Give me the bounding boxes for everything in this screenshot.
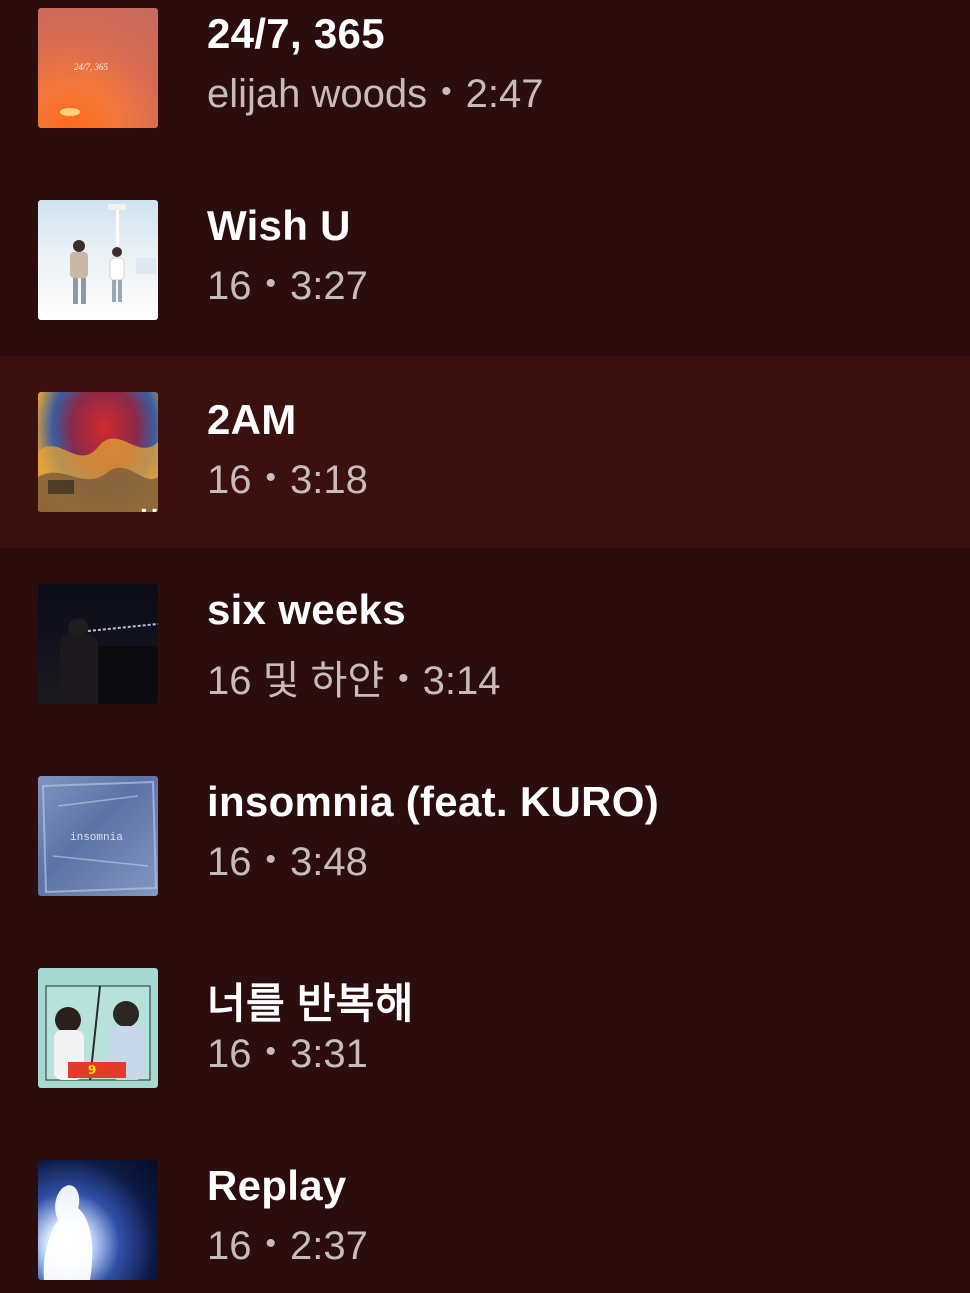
album-art: 24/7, 365	[38, 8, 158, 128]
track-artist: 16	[207, 264, 252, 308]
track-row[interactable]: Replay 16 • 2:37	[0, 1152, 970, 1293]
bright-figure-art-icon	[43, 1185, 93, 1280]
track-list: 24/7, 365 24/7, 365 elijah woods • 2:47	[0, 0, 970, 1293]
album-art: insomnia	[38, 776, 158, 896]
more-options-icon[interactable]: ...	[140, 488, 158, 512]
track-meta: 16 • 3:18	[207, 458, 368, 503]
track-row[interactable]: six weeks 16 및 하얀 • 3:14	[0, 576, 970, 768]
track-duration: 3:14	[422, 659, 501, 703]
album-art-text: 24/7, 365	[74, 62, 109, 72]
separator-dot: •	[265, 267, 277, 301]
track-meta: elijah woods • 2:47	[207, 72, 544, 117]
track-meta: 16 • 2:37	[207, 1224, 368, 1269]
album-art	[38, 584, 158, 704]
snow-couple-art-icon	[70, 204, 156, 304]
separator-dot: •	[441, 75, 452, 109]
album-art-text: insomnia	[70, 832, 123, 844]
track-duration: 2:47	[465, 72, 544, 116]
track-duration: 3:31	[290, 1032, 368, 1076]
album-art	[38, 1160, 158, 1280]
track-duration: 3:18	[290, 458, 368, 502]
track-duration: 3:48	[290, 840, 368, 884]
track-row[interactable]: 9 너를 반복해 16 • 3:31	[0, 960, 970, 1152]
track-artist: elijah woods	[207, 72, 428, 116]
track-duration: 2:37	[290, 1224, 368, 1268]
track-artist: 16	[207, 1224, 252, 1268]
track-title: Replay	[207, 1162, 347, 1209]
sunset-art-icon: 24/7, 365	[60, 62, 109, 116]
album-art: ...	[38, 392, 158, 512]
track-row[interactable]: 24/7, 365 24/7, 365 elijah woods • 2:47	[0, 0, 970, 192]
track-artist: 16	[207, 458, 252, 502]
night-portrait-art-icon	[60, 618, 158, 704]
track-title: six weeks	[207, 586, 406, 633]
track-duration: 3:27	[290, 264, 368, 308]
album-art	[38, 200, 158, 320]
track-row[interactable]: insomnia insomnia (feat. KURO) 16 • 3:48	[0, 768, 970, 960]
track-meta: 16 • 3:27	[207, 264, 368, 309]
track-artist: 16 및 하얀	[207, 659, 385, 703]
separator-dot: •	[265, 1035, 277, 1069]
track-title: 너를 반복해	[207, 980, 414, 1027]
track-meta: 16 • 3:48	[207, 840, 368, 885]
separator-dot: •	[265, 461, 277, 495]
track-title: Wish U	[207, 202, 351, 249]
track-row-active[interactable]: ... 2AM 16 • 3:18	[0, 356, 970, 548]
drama-poster-art-icon: 9	[45, 985, 151, 1081]
track-title: 24/7, 365	[207, 10, 385, 57]
separator-dot: •	[265, 1227, 277, 1261]
track-artist: 16	[207, 1032, 252, 1076]
track-meta: 16 • 3:31	[207, 1032, 368, 1077]
track-title: insomnia (feat. KURO)	[207, 778, 659, 825]
track-meta: 16 및 하얀 • 3:14	[207, 648, 501, 706]
drama-logo-number: 9	[88, 1063, 96, 1077]
album-art: 9	[38, 968, 158, 1088]
blue-plastic-art-icon: insomnia	[41, 780, 158, 894]
separator-dot: •	[398, 662, 409, 696]
track-artist: 16	[207, 840, 252, 884]
track-title: 2AM	[207, 396, 297, 443]
separator-dot: •	[265, 843, 277, 877]
